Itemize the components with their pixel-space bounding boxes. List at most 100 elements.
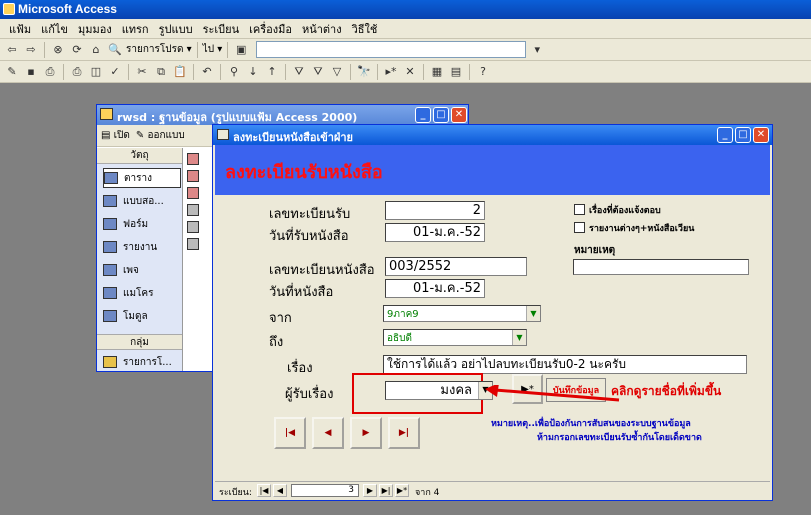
nav-next-icon[interactable]: ▶	[363, 484, 377, 497]
cut-icon[interactable]: ✂	[134, 64, 150, 80]
reply-required-checkbox[interactable]	[574, 204, 585, 215]
undo-icon[interactable]: ↶	[199, 64, 215, 80]
copy-icon[interactable]: ⧉	[153, 64, 169, 80]
form-icon	[103, 218, 117, 230]
module-icon	[103, 310, 117, 322]
subject-field[interactable]: ใช้การได้แล้ว อย่าไปลบทะเบียนรับ0-2 นะคร…	[383, 355, 747, 374]
chevron-down-icon[interactable]: ▼	[526, 306, 540, 321]
menu-file[interactable]: แฟ้ม	[4, 20, 36, 38]
group-favorites[interactable]: รายการโ...	[103, 352, 181, 372]
from-combo[interactable]: 9ภาค9 ▼	[383, 305, 541, 322]
menu-insert[interactable]: แทรก	[117, 20, 154, 38]
remark-label: หมายเหตุ	[574, 245, 616, 256]
next-record-button[interactable]: ▶	[350, 417, 382, 449]
reports-circular-checkbox[interactable]	[574, 222, 585, 233]
menu-records[interactable]: ระเบียน	[198, 20, 245, 38]
book-no-field[interactable]: 003/2552	[385, 257, 527, 276]
show-web-toolbar-icon[interactable]: ▣	[233, 42, 249, 58]
new-record-icon[interactable]: ▸*	[383, 64, 399, 80]
receiver-combo[interactable]: มงคล ▼	[385, 381, 493, 400]
print-icon[interactable]: ⎙	[69, 64, 85, 80]
object-macros[interactable]: แมโคร	[103, 283, 181, 303]
list-item-icon[interactable]	[187, 204, 199, 216]
object-reports[interactable]: รายงาน	[103, 237, 181, 257]
sort-desc-icon[interactable]: ↑	[264, 64, 280, 80]
recv-date-field[interactable]: 01-ม.ค.-52	[385, 223, 485, 242]
address-input[interactable]	[256, 41, 527, 58]
delete-record-icon[interactable]: ✕	[402, 64, 418, 80]
close-icon[interactable]: ✕	[753, 127, 769, 143]
database-window-title-bar[interactable]: rwsd : ฐานข้อมูล (รูปแบบแฟ้ม Access 2000…	[97, 105, 468, 125]
object-queries[interactable]: แบบสอ...	[103, 191, 181, 211]
to-combo[interactable]: อธิบดี ▼	[383, 329, 527, 346]
paste-icon[interactable]: 📋	[172, 64, 188, 80]
help-icon[interactable]: ?	[475, 64, 491, 80]
stop-icon[interactable]: ⊗	[50, 42, 66, 58]
search-file-icon[interactable]: ⎙	[42, 64, 58, 80]
print-preview-icon[interactable]: ◫	[88, 64, 104, 80]
form-window-title-bar[interactable]: ลงทะเบียนหนังสือเข้าฝ่าย _ □ ✕	[213, 125, 772, 145]
menu-format[interactable]: รูปแบบ	[154, 20, 198, 38]
menu-tools[interactable]: เครื่องมือ	[244, 20, 297, 38]
maximize-icon[interactable]: □	[735, 127, 751, 143]
list-item-icon[interactable]	[187, 238, 199, 250]
filter-selection-icon[interactable]: ⛛	[291, 64, 307, 80]
nav-first-icon[interactable]: |◀	[257, 484, 271, 497]
apply-filter-icon[interactable]: ▽	[329, 64, 345, 80]
view-icon[interactable]: ✎	[4, 64, 20, 80]
minimize-icon[interactable]: _	[415, 107, 431, 123]
filter-form-icon[interactable]: ⛛	[310, 64, 326, 80]
list-item-icon[interactable]	[187, 170, 199, 182]
nav-last-icon[interactable]: ▶|	[379, 484, 393, 497]
database-window-icon[interactable]: ▦	[429, 64, 445, 80]
back-icon[interactable]: ⇦	[4, 42, 20, 58]
find-icon[interactable]: 🔭	[356, 64, 372, 80]
home-icon[interactable]: ⌂	[88, 42, 104, 58]
object-modules[interactable]: โมดูล	[103, 306, 181, 326]
object-tables[interactable]: ตาราง	[103, 168, 181, 188]
access-logo-icon	[3, 3, 15, 15]
record-number-input[interactable]: 3	[291, 484, 359, 497]
minimize-icon[interactable]: _	[717, 127, 733, 143]
note-line-1: หมายเหตุ..เพื่อป้องกันการสับสนของระบบฐาน…	[491, 419, 691, 429]
first-record-button[interactable]: |◀	[274, 417, 306, 449]
forward-icon[interactable]: ⇨	[23, 42, 39, 58]
spelling-icon[interactable]: ✓	[107, 64, 123, 80]
maximize-icon[interactable]: □	[433, 107, 449, 123]
remark-field[interactable]	[573, 259, 749, 275]
form-header-title: ลงทะเบียนรับหนังสือ	[225, 162, 383, 183]
menu-window[interactable]: หน้าต่าง	[297, 20, 347, 38]
go-menu[interactable]: ไป ▾	[203, 42, 223, 57]
search-web-icon[interactable]: 🔍	[107, 42, 123, 58]
reg-no-field[interactable]: 2	[385, 201, 485, 220]
favorites-menu[interactable]: รายการโปรด ▾	[126, 42, 192, 57]
new-object-icon[interactable]: ▤	[448, 64, 464, 80]
menu-edit[interactable]: แก้ไข	[36, 20, 73, 38]
chevron-down-icon[interactable]: ▼	[512, 330, 526, 345]
nav-prev-icon[interactable]: ◀	[273, 484, 287, 497]
record-count: จาก 4	[415, 488, 440, 498]
object-forms[interactable]: ฟอร์ม	[103, 214, 181, 234]
web-toolbar: ⇦ ⇨ ⊗ ⟳ ⌂ 🔍 รายการโปรด ▾ ไป ▾ ▣ ▾	[0, 39, 811, 61]
menu-view[interactable]: มุมมอง	[73, 20, 117, 38]
menu-help[interactable]: วิธีใช้	[347, 20, 383, 38]
nav-new-icon[interactable]: ▶*	[395, 484, 409, 497]
refresh-icon[interactable]: ⟳	[69, 42, 85, 58]
sort-asc-icon[interactable]: ↓	[245, 64, 261, 80]
object-pages[interactable]: เพจ	[103, 260, 181, 280]
book-date-field[interactable]: 01-ม.ค.-52	[385, 279, 485, 298]
design-button[interactable]: ✎ ออกแบบ	[136, 128, 185, 143]
hyperlink-icon[interactable]: ⚲	[226, 64, 242, 80]
chevron-down-icon[interactable]: ▾	[529, 42, 545, 58]
list-item-icon[interactable]	[187, 187, 199, 199]
list-item-icon[interactable]	[187, 221, 199, 233]
groups-header[interactable]: กลุ่ม	[97, 334, 182, 350]
close-icon[interactable]: ✕	[451, 107, 467, 123]
objects-header[interactable]: วัตถุ	[97, 148, 182, 164]
last-record-button[interactable]: ▶|	[388, 417, 420, 449]
prev-record-button[interactable]: ◀	[312, 417, 344, 449]
save-icon[interactable]: ▪	[23, 64, 39, 80]
recv-date-label: วันที่รับหนังสือ	[269, 229, 349, 244]
list-item-icon[interactable]	[187, 153, 199, 165]
open-button[interactable]: ▤ เปิด	[101, 128, 130, 143]
